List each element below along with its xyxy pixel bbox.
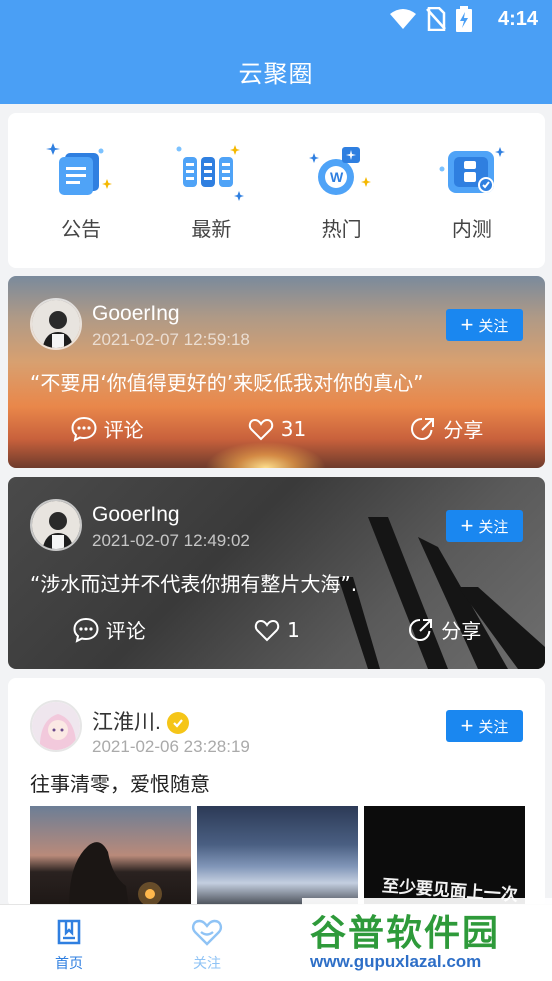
category-label: 热门 [321, 217, 362, 241]
comment-button[interactable]: 评论 [72, 615, 146, 644]
hot-icon: W [308, 147, 371, 195]
post-image[interactable] [30, 806, 191, 908]
avatar[interactable] [30, 298, 82, 350]
follow-button[interactable]: + 关注 [446, 510, 523, 542]
share-button[interactable]: 分享 [409, 414, 483, 443]
post-content: 往事清零，爱恨随意 [30, 772, 210, 796]
watermark-title: 谷普软件园 [310, 913, 501, 954]
post-card[interactable]: GooerIng 2021-02-07 12:59:18 + 关注 “不要用‘你… [8, 276, 545, 468]
announcement-icon [46, 143, 113, 195]
post-card[interactable]: 江淮川. 2021-02-06 23:28:19 + 关注 往事清零，爱恨随意 … [8, 678, 545, 908]
comment-icon [71, 416, 97, 442]
username[interactable]: GooerIng [92, 503, 180, 527]
share-label: 分享 [441, 619, 482, 643]
svg-text:W: W [330, 169, 344, 185]
follow-label: 关注 [478, 317, 509, 335]
share-icon [409, 618, 433, 641]
tab-label: 关注 [193, 956, 221, 972]
username[interactable]: GooerIng [92, 302, 180, 326]
share-label: 分享 [443, 418, 484, 442]
like-count: 1 [287, 617, 300, 642]
follow-button[interactable]: + 关注 [446, 710, 523, 742]
like-button[interactable]: 31 [247, 415, 306, 443]
plus-icon: + [460, 513, 474, 538]
no-sim-icon [426, 7, 446, 31]
comment-button[interactable]: 评论 [70, 414, 144, 443]
comment-icon [73, 617, 99, 643]
post-content: “不要用‘你值得更好的’来贬低我对你的真心” [30, 371, 424, 395]
beta-test-icon [439, 147, 505, 193]
status-icons [390, 6, 472, 32]
tab-following[interactable]: 关注 [138, 905, 276, 981]
like-count: 31 [280, 416, 307, 441]
category-label: 内测 [451, 217, 492, 241]
tab-label: 首页 [55, 956, 83, 972]
category-label: 最新 [191, 217, 232, 241]
category-label: 公告 [61, 217, 102, 241]
post-content: “涉水而过并不代表你拥有整片大海”. [30, 572, 358, 596]
category-latest[interactable]: 最新 [156, 139, 266, 242]
username-row: 江淮川. [92, 706, 189, 736]
post-card[interactable]: GooerIng 2021-02-07 12:49:02 + 关注 “涉水而过并… [8, 477, 545, 669]
post-time: 2021-02-07 12:59:18 [92, 330, 250, 349]
status-time: 4:14 [497, 8, 538, 30]
post-actions: 评论 31 分享 [8, 414, 545, 443]
username[interactable]: 江淮川. [92, 711, 161, 734]
post-time: 2021-02-07 12:49:02 [92, 531, 250, 550]
status-bar: 4:14 [0, 0, 552, 38]
watermark-url: www.gupuxlazal.com [310, 952, 482, 971]
avatar[interactable] [30, 700, 82, 752]
heart-icon [254, 619, 280, 641]
category-hot[interactable]: W 热门 [287, 139, 397, 242]
category-card: 公告 最新 W 热门 内测 [8, 113, 545, 268]
post-image[interactable] [197, 806, 358, 908]
post-time: 2021-02-06 23:28:19 [92, 737, 250, 756]
watermark: 谷普软件园 www.gupuxlazal.com [302, 898, 552, 981]
wifi-icon [390, 9, 416, 29]
heart-icon [191, 919, 223, 946]
follow-button[interactable]: + 关注 [446, 309, 523, 341]
avatar-image [32, 702, 80, 750]
plus-icon: + [460, 713, 474, 738]
follow-label: 关注 [478, 518, 509, 536]
share-button[interactable]: 分享 [407, 615, 481, 644]
home-icon [57, 919, 81, 945]
category-announcement[interactable]: 公告 [26, 139, 136, 242]
page-title: 云聚圈 [238, 59, 314, 88]
share-icon [411, 417, 435, 440]
verified-badge-icon [166, 712, 189, 735]
category-beta-test[interactable]: 内测 [417, 139, 527, 242]
latest-icon [176, 145, 245, 201]
avatar[interactable] [30, 499, 82, 551]
plus-icon: + [460, 312, 474, 337]
tab-home[interactable]: 首页 [0, 905, 138, 981]
heart-icon [248, 418, 273, 440]
battery-charging-icon [456, 6, 472, 32]
person-silhouette [69, 842, 162, 908]
like-button[interactable]: 1 [253, 616, 300, 644]
post-image[interactable]: 至少要见面上一次 [364, 806, 525, 908]
app-bar: 云聚圈 [0, 38, 552, 104]
comment-label: 评论 [103, 418, 144, 442]
follow-label: 关注 [478, 718, 509, 736]
post-images: 至少要见面上一次 [30, 806, 525, 908]
comment-label: 评论 [105, 619, 146, 643]
post-actions: 评论 1 分享 [8, 615, 545, 644]
